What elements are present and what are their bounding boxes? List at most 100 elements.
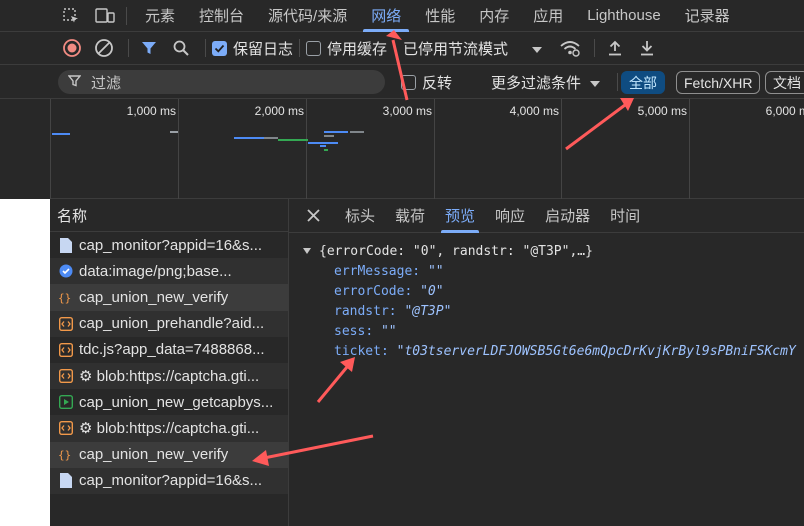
timeline-bar <box>324 149 328 151</box>
tab-application[interactable]: 应用 <box>521 0 575 32</box>
timeline-bar <box>324 131 348 133</box>
filter-type-doc[interactable]: 文档 <box>765 71 804 94</box>
main-tab-bar: 元素 控制台 源代码/来源 网络 性能 内存 应用 Lighthouse 记录器 <box>0 0 804 32</box>
search-icon[interactable] <box>167 34 195 62</box>
script-icon <box>58 342 73 357</box>
tab-preview[interactable]: 预览 <box>435 199 485 233</box>
json-preview: {errorCode: "0", randstr: "@T3P",…} errM… <box>289 233 804 361</box>
request-row[interactable]: cap_monitor?appid=16&s... <box>50 467 288 494</box>
request-row[interactable]: cap_monitor?appid=16&s... <box>50 232 288 258</box>
request-name: cap_union_prehandle?aid... <box>79 315 265 333</box>
tab-network[interactable]: 网络 <box>359 0 413 32</box>
network-conditions-icon[interactable] <box>556 34 584 62</box>
invert-label: 反转 <box>422 74 453 92</box>
inspect-element-icon[interactable] <box>54 0 88 32</box>
tab-elements[interactable]: 元素 <box>133 0 187 32</box>
throttling-select[interactable]: 已停用节流模式 <box>403 38 543 59</box>
filter-icon[interactable] <box>135 34 163 62</box>
filter-type-fetch-xhr[interactable]: Fetch/XHR <box>676 71 761 94</box>
device-toolbar-icon[interactable] <box>88 0 122 32</box>
json-summary: {errorCode: "0", randstr: "@T3P",…} <box>319 243 593 259</box>
request-row[interactable]: data:image/png;base... <box>50 258 288 285</box>
network-overview-timeline[interactable]: 1,000 ms 2,000 ms 3,000 ms 4,000 ms 5,00… <box>50 99 804 199</box>
script-icon <box>58 421 73 436</box>
export-har-icon[interactable] <box>633 34 661 62</box>
data-uri-icon <box>58 264 73 279</box>
tab-timing[interactable]: 时间 <box>600 199 650 233</box>
details-tab-bar: 标头 载荷 预览 响应 启动器 时间 <box>289 199 804 233</box>
preserve-log-checkbox[interactable]: 保留日志 <box>212 38 293 59</box>
request-row[interactable]: {} cap_union_new_verify <box>50 284 288 311</box>
tab-sources[interactable]: 源代码/来源 <box>256 0 359 32</box>
toolbar-divider <box>128 39 129 57</box>
request-row[interactable]: tdc.js?app_data=7488868... <box>50 337 288 363</box>
import-har-icon[interactable] <box>601 34 629 62</box>
invert-checkbox[interactable]: 反转 <box>401 65 452 99</box>
tick-label: 5,000 ms <box>637 104 687 118</box>
chevron-down-icon <box>590 74 601 91</box>
tick-label: 1,000 ms <box>126 104 176 118</box>
timeline-bar <box>308 142 338 144</box>
tab-console[interactable]: 控制台 <box>187 0 256 32</box>
request-row[interactable]: ⚙ blob:https://captcha.gti... <box>50 415 288 442</box>
json-field: randstr: "@T3P" <box>334 303 452 319</box>
toolbar-divider <box>299 39 301 57</box>
left-white-margin <box>0 199 50 526</box>
json-key: errorCode <box>334 283 405 299</box>
record-stop-icon[interactable] <box>58 34 86 62</box>
tab-initiator[interactable]: 启动器 <box>535 199 600 233</box>
request-name: ⚙ blob:https://captcha.gti... <box>79 420 260 438</box>
timeline-bar <box>320 145 326 147</box>
json-value: "@T3P" <box>404 303 452 319</box>
svg-text:{}: {} <box>58 291 71 304</box>
checkbox-checked-icon <box>212 40 227 56</box>
name-column-header[interactable]: 名称 <box>50 199 288 232</box>
tab-recorder[interactable]: 记录器 <box>673 0 742 32</box>
request-name: ⚙ blob:https://captcha.gti... <box>79 368 260 386</box>
more-filters-dropdown[interactable]: 更多过滤条件 <box>491 65 601 99</box>
tab-memory[interactable]: 内存 <box>467 0 521 32</box>
request-row[interactable]: ⚙ blob:https://captcha.gti... <box>50 362 288 390</box>
json-field: errorCode: "0" <box>334 283 444 299</box>
request-row[interactable]: {} cap_union_new_verify <box>50 441 288 468</box>
json-value: "t03tserverLDFJOWSB5Gt6e6mQpcDrKvjKrByl9… <box>396 343 796 359</box>
json-value: "0" <box>420 283 444 299</box>
expand-triangle-icon[interactable] <box>303 248 311 254</box>
disable-cache-checkbox[interactable]: 停用缓存 <box>306 38 387 59</box>
tab-response[interactable]: 响应 <box>485 199 535 233</box>
tick-label: 4,000 ms <box>509 104 559 118</box>
timeline-bar <box>278 139 308 141</box>
tab-payload[interactable]: 载荷 <box>385 199 435 233</box>
filter-placeholder: 过滤 <box>91 74 122 92</box>
request-name: cap_union_new_getcapbys... <box>79 393 274 411</box>
json-field: ticket: "t03tserverLDFJOWSB5Gt6e6mQpcDrK… <box>334 343 796 359</box>
filter-type-all[interactable]: 全部 <box>621 71 665 94</box>
json-key: randstr <box>334 303 389 319</box>
request-name: cap_union_new_verify <box>79 446 229 464</box>
checkbox-unchecked-icon <box>401 74 416 90</box>
devtools-window: 元素 控制台 源代码/来源 网络 性能 内存 应用 Lighthouse 记录器… <box>0 0 804 526</box>
grid-line <box>689 99 690 199</box>
json-key: ticket <box>334 343 381 359</box>
clear-icon[interactable] <box>90 34 118 62</box>
tab-lighthouse[interactable]: Lighthouse <box>575 0 672 32</box>
timeline-bar <box>170 131 178 133</box>
request-row[interactable]: cap_union_prehandle?aid... <box>50 310 288 337</box>
filter-funnel-icon <box>67 74 82 91</box>
filter-input[interactable]: 过滤 <box>58 70 385 94</box>
json-value: "" <box>380 323 397 339</box>
checkbox-unchecked-icon <box>306 40 322 56</box>
grid-line <box>434 99 435 199</box>
tab-performance[interactable]: 性能 <box>413 0 467 32</box>
tab-headers[interactable]: 标头 <box>335 199 385 233</box>
requests-panel: 名称 cap_monitor?appid=16&s... data:image/… <box>50 199 289 526</box>
image-file-icon <box>58 237 73 253</box>
grid-line <box>50 99 51 199</box>
grid-line <box>561 99 562 199</box>
xhr-icon: {} <box>58 447 73 462</box>
grid-line <box>178 99 179 199</box>
json-root-node[interactable]: {errorCode: "0", randstr: "@T3P",…} <box>289 241 804 261</box>
request-row[interactable]: cap_union_new_getcapbys... <box>50 389 288 415</box>
close-icon[interactable] <box>301 204 325 228</box>
timeline-bar <box>264 137 278 139</box>
